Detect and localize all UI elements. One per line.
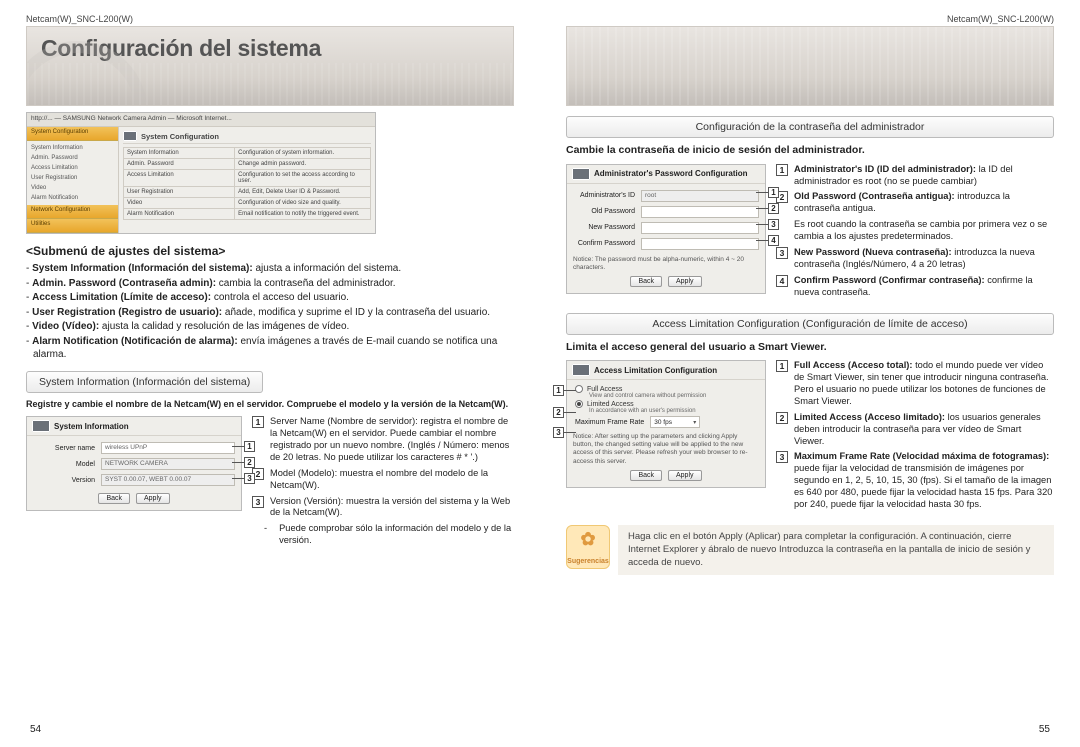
access-lead: Limita el acceso general del usuario a S… xyxy=(566,341,1054,355)
old-password-input[interactable] xyxy=(641,206,759,218)
manual-spread: Netcam(W)_SNC-L200(W) . Configuración de… xyxy=(0,0,1080,747)
browser-titlebar: http://... — SAMSUNG Network Camera Admi… xyxy=(27,113,375,127)
sysinfo-panel: System Information Server name wireless … xyxy=(26,416,242,511)
new-password-input[interactable] xyxy=(641,222,759,234)
admin-id-field: root xyxy=(641,190,759,202)
suggestions-tip: Sugerencias Haga clic en el botón Apply … xyxy=(566,525,1054,575)
sysinfo-pill: System Information (Información del sist… xyxy=(26,371,263,393)
side-heading: System Configuration xyxy=(27,127,118,141)
model-field: NETWORK CAMERA xyxy=(101,458,235,470)
access-descriptions: 1Full Access (Acceso total): todo el mun… xyxy=(776,360,1054,515)
panel-icon xyxy=(32,420,50,432)
back-button[interactable]: Back xyxy=(630,276,662,287)
apply-button[interactable]: Apply xyxy=(136,493,170,504)
submenu-heading: <Submenú de ajustes del sistema> xyxy=(26,244,514,258)
tip-text: Haga clic en el botón Apply (Aplicar) pa… xyxy=(618,525,1054,575)
right-page: . Netcam(W)_SNC-L200(W) Configuración de… xyxy=(540,0,1080,747)
apply-button[interactable]: Apply xyxy=(668,276,702,287)
left-page: Netcam(W)_SNC-L200(W) . Configuración de… xyxy=(0,0,540,747)
config-table: System InformationConfiguration of syste… xyxy=(123,147,371,220)
back-button[interactable]: Back xyxy=(98,493,130,504)
server-name-input[interactable]: wireless UPnP xyxy=(101,442,235,454)
submenu-list: System Information (Información del sist… xyxy=(26,262,514,362)
hero-banner-right xyxy=(566,26,1054,106)
header-right: Netcam(W)_SNC-L200(W) xyxy=(947,14,1054,24)
header-left: Netcam(W)_SNC-L200(W) xyxy=(26,14,133,24)
hero-banner: Configuración del sistema xyxy=(26,26,514,106)
admin-descriptions: 1Administrator's ID (ID del administrado… xyxy=(776,164,1054,303)
access-limitation-panel: Access Limitation Configuration Full Acc… xyxy=(566,360,766,488)
page-number-right: 55 xyxy=(1039,724,1050,735)
tip-icon: Sugerencias xyxy=(566,525,610,569)
sysinfo-note: Registre y cambie el nombre de la Netcam… xyxy=(26,399,514,411)
admin-pill: Configuración de la contraseña del admin… xyxy=(566,116,1054,138)
admin-password-panel: Administrator's Password Configuration A… xyxy=(566,164,766,294)
admin-lead: Cambie la contraseña de inicio de sesión… xyxy=(566,144,1054,158)
page-number-left: 54 xyxy=(30,724,41,735)
confirm-password-input[interactable] xyxy=(641,238,759,250)
system-config-screenshot: http://... — SAMSUNG Network Camera Admi… xyxy=(26,112,376,234)
panel-icon xyxy=(572,364,590,376)
side-heading-net: Network Configuration xyxy=(27,205,118,219)
version-field: SYST 0.00.07, WEBT 0.00.07 xyxy=(101,474,235,486)
frame-rate-select[interactable]: 30 fps xyxy=(650,416,700,428)
side-heading-util: Utilities xyxy=(27,219,118,233)
back-button[interactable]: Back xyxy=(630,470,662,481)
apply-button[interactable]: Apply xyxy=(668,470,702,481)
panel-icon xyxy=(572,168,590,180)
access-pill: Access Limitation Configuration (Configu… xyxy=(566,313,1054,335)
sysinfo-descriptions: 1Server Name (Nombre de servidor): regis… xyxy=(252,416,514,551)
